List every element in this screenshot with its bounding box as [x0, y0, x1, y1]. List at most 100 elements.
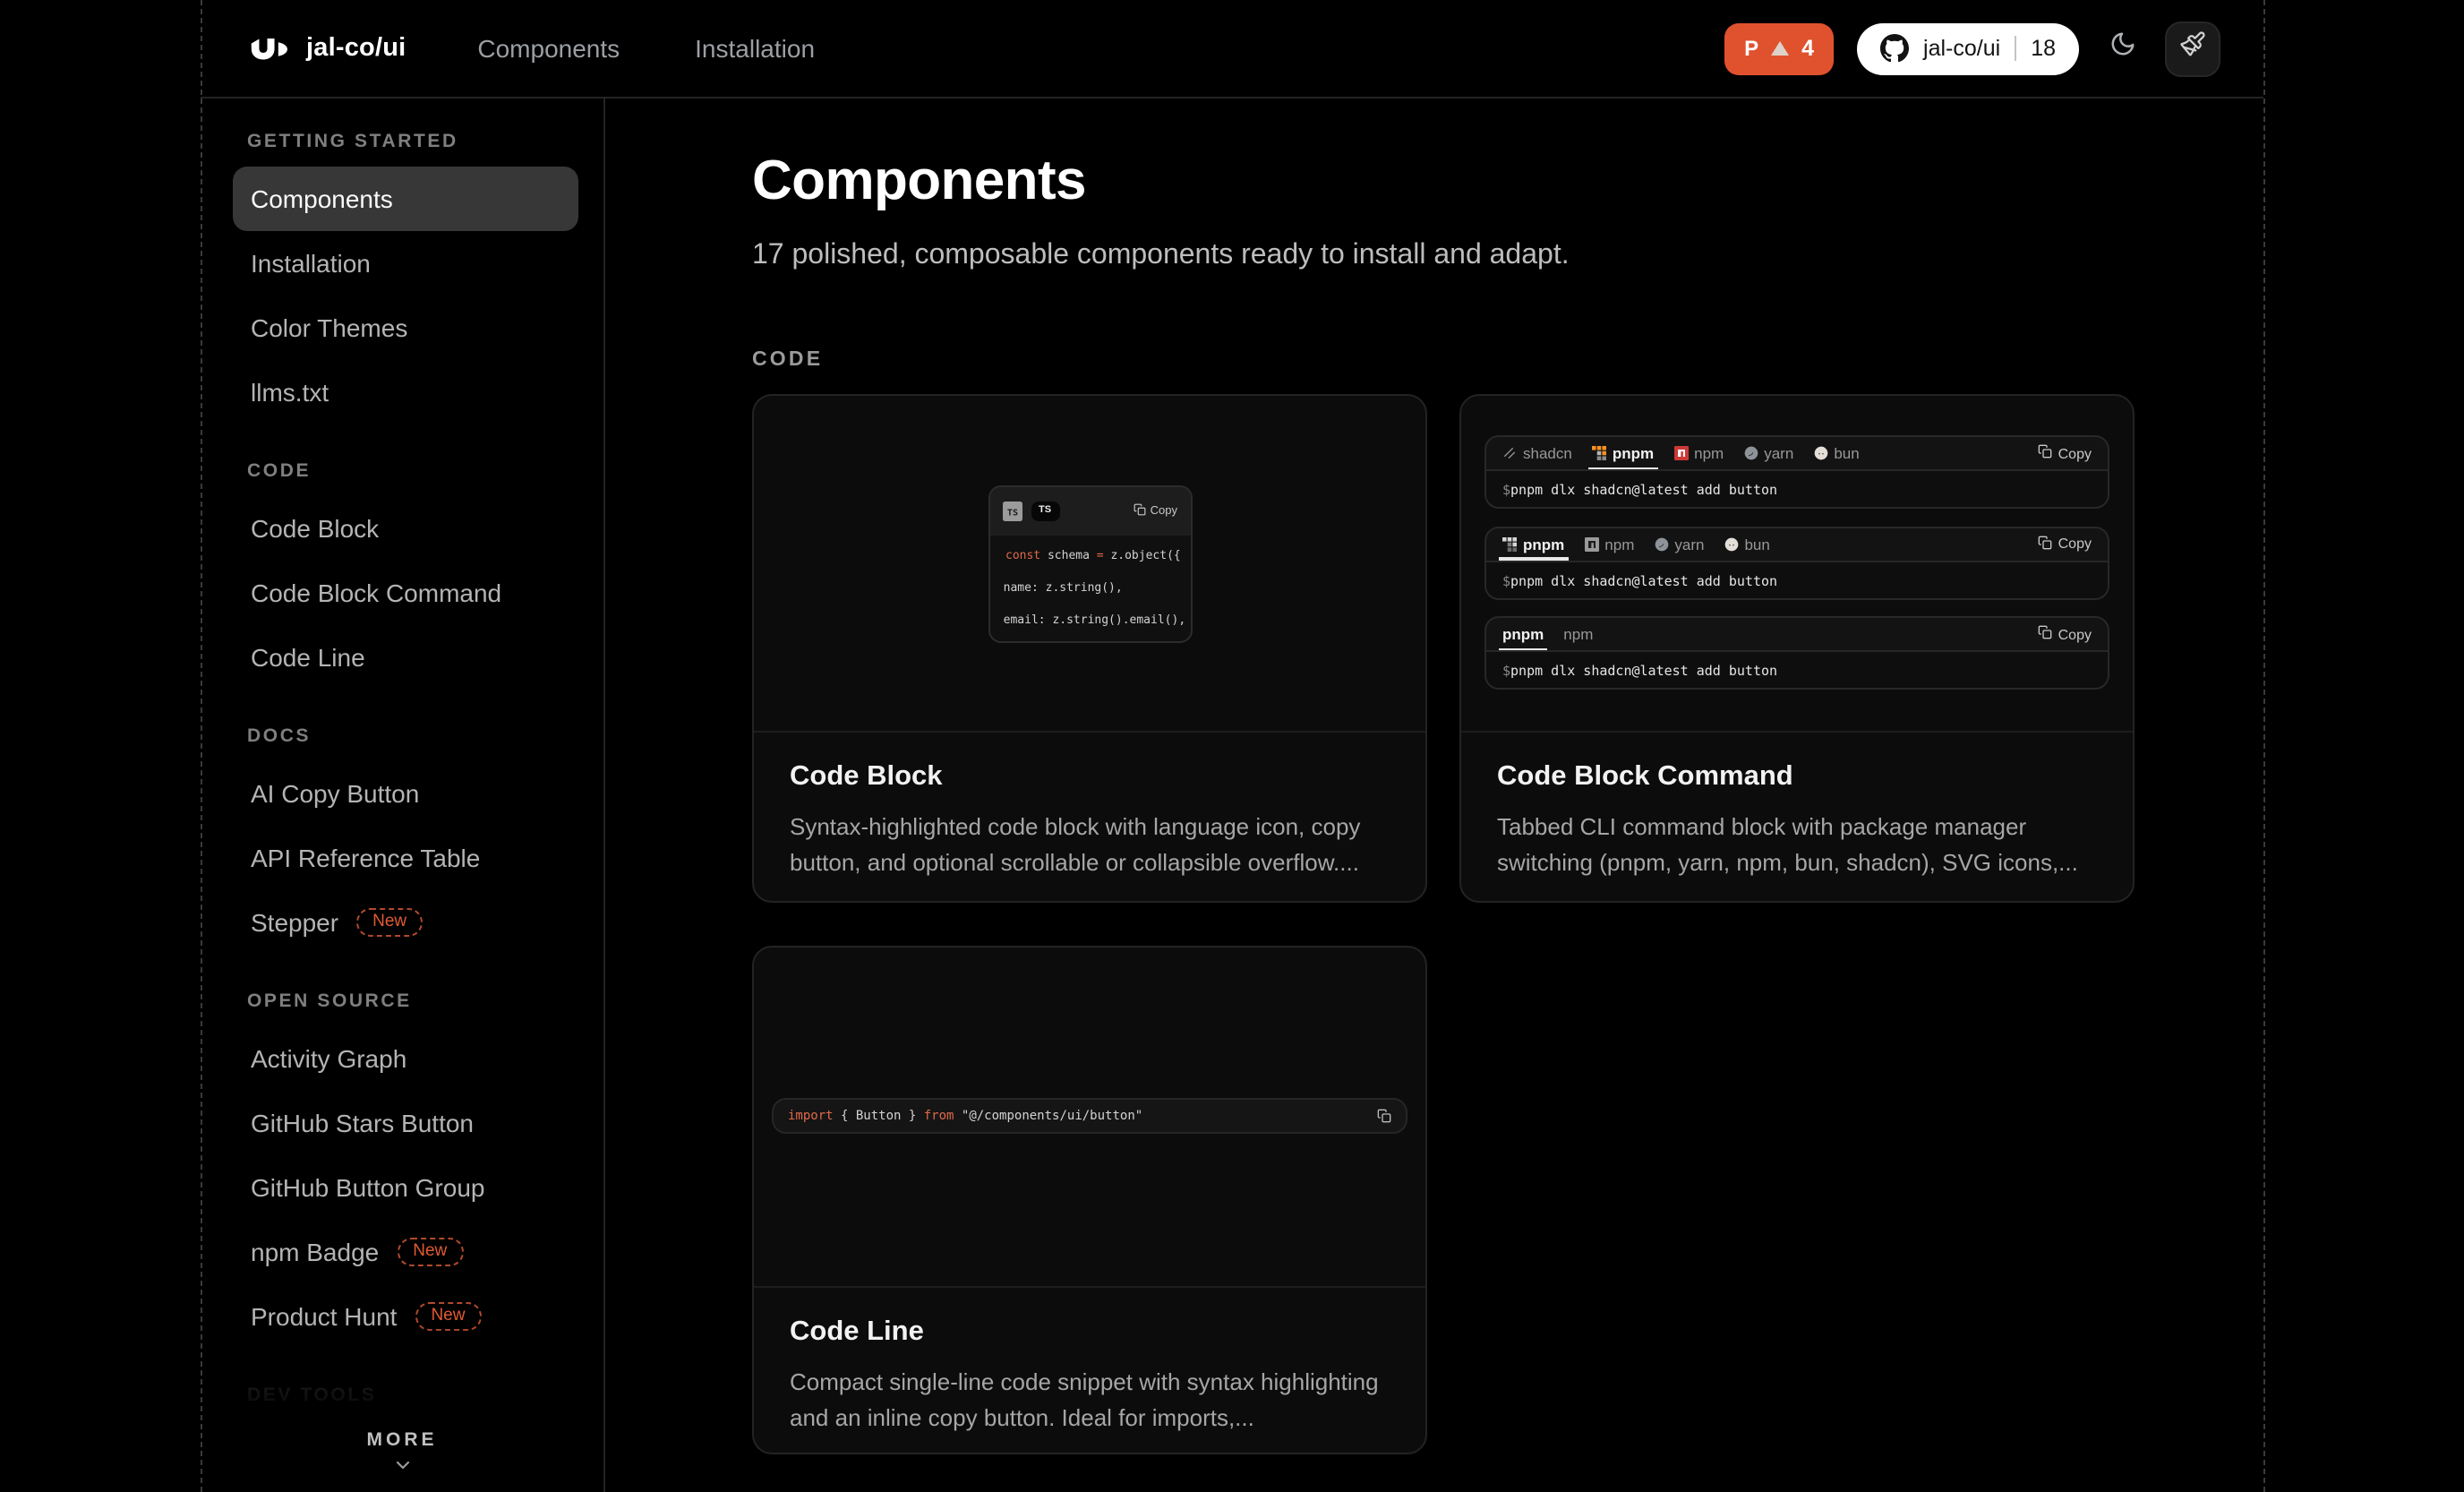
github-badge-divider	[2015, 36, 2016, 61]
sidebar-item-npm-badge[interactable]: npm BadgeNew	[233, 1220, 578, 1284]
shell-prompt: $	[1502, 482, 1510, 498]
sidebar-item-label: AI Copy Button	[251, 779, 419, 808]
shell-prompt: $	[1502, 572, 1510, 588]
nav-links: Components Installation	[477, 34, 815, 63]
paintbrush-icon	[2179, 30, 2206, 66]
code-block-preview: TS TS Copy const schema = z.object({ nam…	[754, 396, 1425, 733]
copy-button[interactable]: Copy	[2039, 535, 2092, 553]
sidebar-item-github-button-group[interactable]: GitHub Button Group	[233, 1155, 578, 1220]
tab-label: yarn	[1764, 444, 1793, 462]
copy-label: Copy	[2058, 536, 2092, 552]
product-hunt-count: 4	[1801, 36, 1814, 61]
sidebar-item-label: GitHub Stars Button	[251, 1109, 474, 1137]
sidebar-more-button[interactable]: MORE	[201, 1429, 603, 1485]
svg-text:TS: TS	[1006, 508, 1017, 518]
code-line: const schema = z.object({	[1005, 547, 1181, 562]
copy-button[interactable]: Copy	[2039, 444, 2092, 462]
code-line: email: z.string().email(),	[989, 612, 1185, 626]
code-block-command-preview: shadcnpnpmnpmyarnbunCopy$ pnpm dlx shadc…	[1461, 396, 2133, 733]
code-token: const	[1005, 547, 1040, 562]
shadcn-icon	[1502, 446, 1517, 460]
brand[interactable]: jal-co/ui	[249, 33, 406, 64]
tab-label: shadcn	[1523, 444, 1572, 462]
code-line-code: import { Button } from "@/components/ui/…	[788, 1109, 1142, 1123]
page: jal-co/ui Components Installation P 4 ja…	[0, 0, 2464, 1492]
pnpm-gray-icon	[1502, 536, 1517, 551]
tab-pnpm[interactable]: pnpm	[1502, 527, 1564, 560]
npm-icon	[1673, 446, 1688, 460]
yarn-icon	[1743, 446, 1758, 460]
card-description: Compact single-line code snippet with sy…	[790, 1365, 1390, 1436]
sidebar-item-code-line[interactable]: Code Line	[233, 625, 578, 690]
tab-bun[interactable]: bun	[1724, 527, 1769, 560]
sidebar-item-components[interactable]: Components	[233, 167, 578, 231]
tab-label: yarn	[1674, 535, 1704, 553]
copy-button[interactable]: Copy	[2039, 625, 2092, 643]
command-text: $ pnpm dlx shadcn@latest add button	[1486, 562, 2108, 599]
copy-icon	[2039, 444, 2053, 462]
card-description: Tabbed CLI command block with package ma…	[1497, 810, 2097, 881]
command-widget-tabs: pnpmnpm Copy	[1486, 618, 2108, 652]
copy-icon	[2039, 535, 2053, 553]
bun-icon	[1813, 446, 1827, 460]
sidebar-item-activity-graph[interactable]: Activity Graph	[233, 1026, 578, 1091]
tab-shadcn[interactable]: shadcn	[1502, 437, 1572, 469]
code-token: schema	[1040, 547, 1097, 562]
card-code-block[interactable]: TS TS Copy const schema = z.object({ nam…	[752, 394, 1427, 903]
nav-link-components[interactable]: Components	[477, 34, 620, 63]
sidebar-item-github-stars-button[interactable]: GitHub Stars Button	[233, 1091, 578, 1155]
logo-icon	[249, 33, 292, 64]
sidebar-item-label: Activity Graph	[251, 1044, 406, 1073]
nav-link-installation[interactable]: Installation	[695, 34, 815, 63]
tab-label: bun	[1744, 535, 1769, 553]
tab-npm[interactable]: npm	[1673, 437, 1724, 469]
command-widget-tabs: shadcn pnpm npm yarn bun Copy	[1486, 437, 2108, 471]
style-picker-button[interactable]	[2165, 21, 2220, 76]
theme-toggle-button[interactable]	[2102, 29, 2142, 68]
sidebar-section-title: DOCS	[247, 725, 578, 750]
sidebar: GETTING STARTEDComponentsInstallationCol…	[201, 99, 605, 1492]
card-body: Code Line Compact single-line code snipp…	[754, 1288, 1425, 1436]
sidebar-item-api-reference-table[interactable]: API Reference Table	[233, 826, 578, 890]
tab-pnpm[interactable]: pnpm	[1502, 618, 1544, 650]
github-stars-badge[interactable]: jal-co/ui 18	[1857, 22, 2079, 74]
top-nav: jal-co/ui Components Installation P 4 ja…	[201, 0, 2263, 99]
sidebar-item-color-themes[interactable]: Color Themes	[233, 296, 578, 360]
sidebar-item-ai-copy-button[interactable]: AI Copy Button	[233, 761, 578, 826]
product-hunt-badge[interactable]: P 4	[1724, 22, 1834, 74]
command-widget: pnpm npm yarn bun Copy $ pnpm dlx shadcn@late…	[1484, 526, 2109, 599]
card-title: Code Line	[790, 1316, 1390, 1349]
command-widget: shadcnpnpmnpmyarnbunCopy$ pnpm dlx shadc…	[1484, 435, 2109, 509]
card-body: Code Block Command Tabbed CLI command bl…	[1461, 733, 2133, 881]
tab-npm[interactable]: npm	[1563, 618, 1593, 650]
main-content: Components 17 polished, composable compo…	[605, 99, 2263, 1492]
sidebar-section: CODECode BlockCode Block CommandCode Lin…	[247, 460, 578, 690]
tab-label: npm	[1694, 444, 1724, 462]
card-code-block-command[interactable]: shadcnpnpmnpmyarnbunCopy$ pnpm dlx shadc…	[1459, 394, 2135, 903]
sidebar-item-code-block[interactable]: Code Block	[233, 496, 578, 561]
sidebar-item-label: Stepper	[251, 908, 338, 937]
tab-yarn[interactable]: yarn	[1654, 527, 1704, 560]
tab-npm[interactable]: npm	[1584, 527, 1634, 560]
copy-button[interactable]	[1377, 1100, 1391, 1132]
code-line-widget: import { Button } from "@/components/ui/…	[772, 1098, 1407, 1134]
command-widget-tabs: pnpm npm yarn bun Copy	[1486, 527, 2108, 562]
sidebar-more-label: MORE	[367, 1429, 438, 1451]
tab-yarn[interactable]: yarn	[1743, 437, 1793, 469]
card-code-line[interactable]: import { Button } from "@/components/ui/…	[752, 946, 1427, 1454]
tab-bun[interactable]: bun	[1813, 437, 1859, 469]
component-cards-grid: TS TS Copy const schema = z.object({ nam…	[752, 394, 2263, 1454]
tab-label: pnpm	[1523, 535, 1564, 553]
tab-pnpm[interactable]: pnpm	[1592, 437, 1654, 469]
sidebar-item-code-block-command[interactable]: Code Block Command	[233, 561, 578, 625]
language-pill: TS	[1031, 501, 1059, 520]
copy-icon	[2039, 625, 2053, 643]
sidebar-item-stepper[interactable]: StepperNew	[233, 890, 578, 955]
sidebar-item-llms-txt[interactable]: llms.txt	[233, 360, 578, 424]
github-star-count: 18	[2031, 36, 2056, 61]
sidebar-section-title: CODE	[247, 460, 578, 485]
sidebar-item-installation[interactable]: Installation	[233, 231, 578, 296]
npm-gray-icon	[1584, 536, 1598, 551]
code-token: import	[788, 1109, 834, 1123]
copy-button[interactable]: Copy	[1134, 502, 1177, 519]
